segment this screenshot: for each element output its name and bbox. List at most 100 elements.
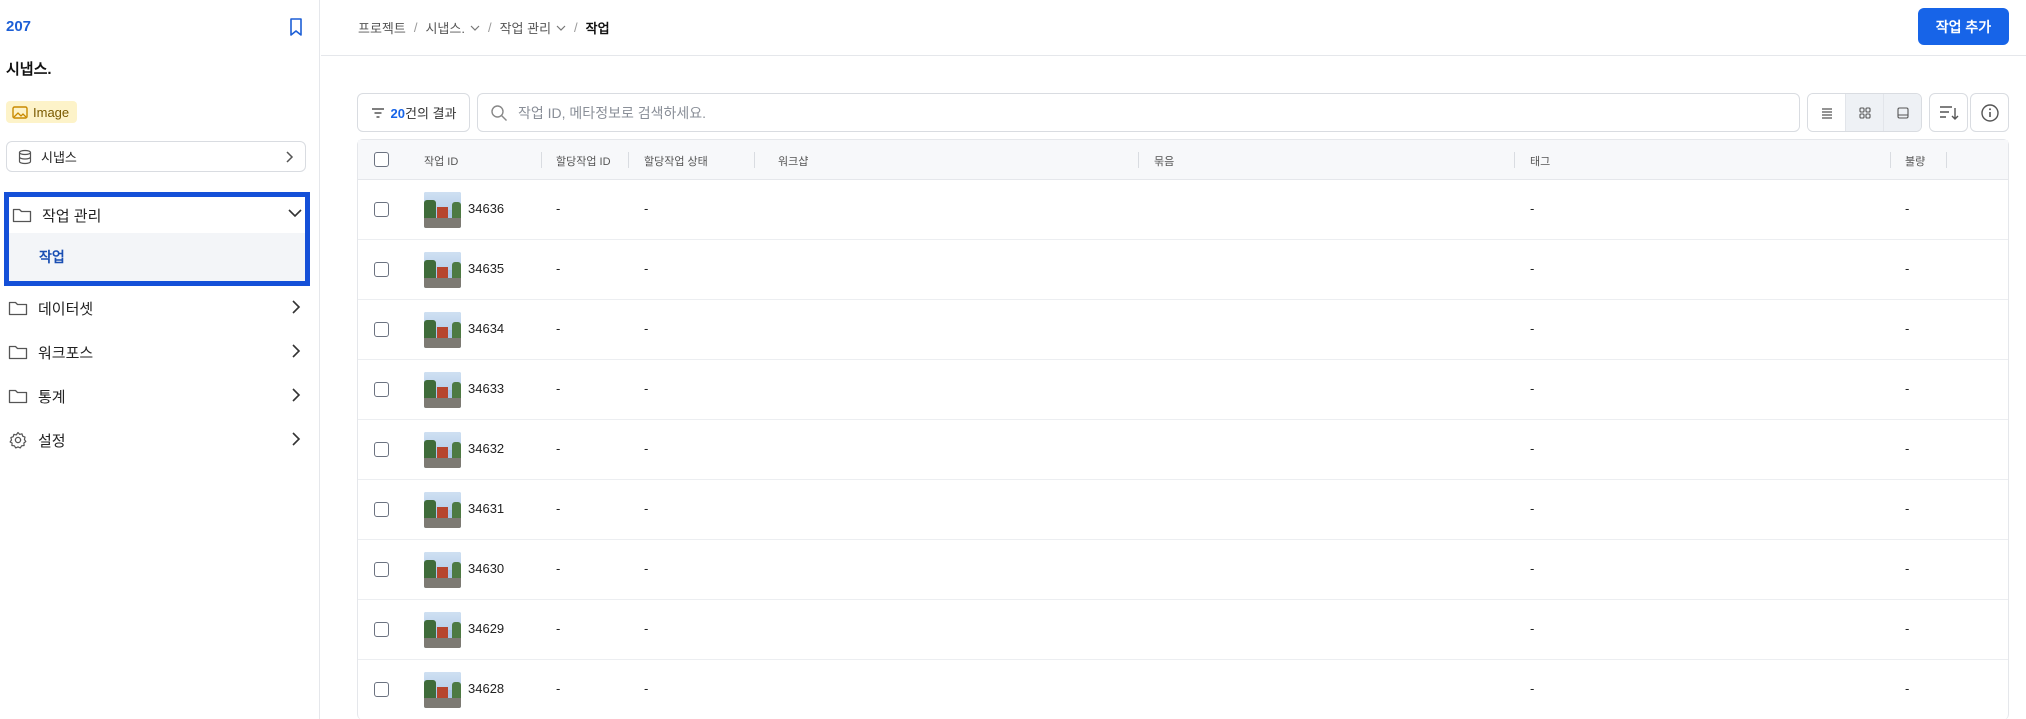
assign-status: - bbox=[644, 441, 649, 456]
assign-status: - bbox=[644, 381, 649, 396]
image-thumbnail[interactable] bbox=[424, 192, 461, 228]
sidebar-item-workforce[interactable]: 워크포스 bbox=[0, 330, 320, 374]
sidebar-item-task-management[interactable]: 작업 관리 bbox=[9, 197, 305, 233]
folder-icon bbox=[8, 389, 28, 404]
folder-icon bbox=[8, 301, 28, 316]
task-id[interactable]: 34629 bbox=[468, 621, 504, 636]
breadcrumb-task-management[interactable]: 작업 관리 bbox=[500, 18, 566, 37]
dataset-label: 시냅스 bbox=[41, 150, 77, 165]
row-checkbox[interactable] bbox=[374, 202, 389, 217]
sidebar-item-task[interactable]: 작업 bbox=[9, 233, 305, 281]
breadcrumb: 프로젝트 / 시냅스. / 작업 관리 / 작업 bbox=[358, 18, 610, 37]
select-all-checkbox[interactable] bbox=[374, 152, 389, 167]
table-row[interactable]: 34628 - - - - bbox=[358, 660, 2008, 719]
search-icon bbox=[491, 104, 507, 121]
sidebar-item-label: 워크포스 bbox=[38, 344, 94, 362]
add-task-button[interactable]: 작업 추가 bbox=[1918, 8, 2009, 45]
image-thumbnail[interactable] bbox=[424, 552, 461, 588]
breadcrumb-project[interactable]: 프로젝트 bbox=[358, 18, 406, 37]
assign-status: - bbox=[644, 261, 649, 276]
image-thumbnail[interactable] bbox=[424, 492, 461, 528]
sidebar-item-stats[interactable]: 통계 bbox=[0, 374, 320, 418]
list-view-button[interactable] bbox=[1808, 94, 1846, 131]
sidebar-item-dataset[interactable]: 데이터셋 bbox=[0, 286, 320, 330]
filter-button[interactable]: 20건의 결과 bbox=[357, 93, 470, 132]
sidebar-item-label: 설정 bbox=[38, 432, 66, 450]
column-header[interactable]: 태그 bbox=[1530, 153, 1550, 169]
info-icon bbox=[1980, 103, 1999, 122]
row-checkbox[interactable] bbox=[374, 682, 389, 697]
table-row[interactable]: 34635 - - - - bbox=[358, 240, 2008, 300]
column-header[interactable]: 할당작업 상태 bbox=[644, 153, 708, 169]
sidebar-item-label: 작업 관리 bbox=[42, 207, 102, 225]
grid-view-button[interactable] bbox=[1846, 94, 1884, 131]
row-checkbox[interactable] bbox=[374, 262, 389, 277]
dataset-selector[interactable]: 시냅스 bbox=[6, 141, 306, 172]
table-row[interactable]: 34632 - - - - bbox=[358, 420, 2008, 480]
result-suffix: 건의 결과 bbox=[405, 106, 457, 121]
assign-status: - bbox=[644, 561, 649, 576]
defect: - bbox=[1905, 621, 1910, 636]
sidebar: 207 시냅스. Image 시냅스 작업 관리 작업 데이터셋 워크포스 통계… bbox=[0, 0, 320, 719]
tag: - bbox=[1530, 561, 1535, 576]
defect: - bbox=[1905, 261, 1910, 276]
row-checkbox[interactable] bbox=[374, 622, 389, 637]
image-thumbnail[interactable] bbox=[424, 252, 461, 288]
task-id[interactable]: 34633 bbox=[468, 381, 504, 396]
task-id[interactable]: 34635 bbox=[468, 261, 504, 276]
task-id[interactable]: 34632 bbox=[468, 441, 504, 456]
bookmark-icon[interactable] bbox=[286, 16, 306, 38]
row-checkbox[interactable] bbox=[374, 562, 389, 577]
table-row[interactable]: 34631 - - - - bbox=[358, 480, 2008, 540]
image-thumbnail[interactable] bbox=[424, 312, 461, 348]
column-header[interactable]: 묶음 bbox=[1154, 153, 1174, 169]
search-input[interactable] bbox=[518, 104, 1718, 121]
chevron-right-icon bbox=[286, 151, 294, 163]
nav-group-task-management: 작업 관리 작업 bbox=[4, 192, 310, 286]
task-id[interactable]: 34630 bbox=[468, 561, 504, 576]
row-checkbox[interactable] bbox=[374, 502, 389, 517]
image-thumbnail[interactable] bbox=[424, 372, 461, 408]
chevron-down-icon bbox=[556, 25, 566, 31]
task-id[interactable]: 34628 bbox=[468, 681, 504, 696]
assign-status: - bbox=[644, 621, 649, 636]
column-header[interactable]: 워크샵 bbox=[778, 153, 808, 169]
breadcrumb-project-name[interactable]: 시냅스. bbox=[425, 18, 480, 37]
info-button[interactable] bbox=[1970, 93, 2009, 132]
table-row[interactable]: 34636 - - - - bbox=[358, 180, 2008, 240]
sidebar-item-label: 작업 bbox=[39, 249, 65, 265]
task-id[interactable]: 34631 bbox=[468, 501, 504, 516]
column-header[interactable]: 할당작업 ID bbox=[556, 153, 611, 169]
table-row[interactable]: 34633 - - - - bbox=[358, 360, 2008, 420]
assign-id: - bbox=[556, 561, 561, 576]
project-name: 시냅스. bbox=[6, 61, 52, 78]
table-row[interactable]: 34629 - - - - bbox=[358, 600, 2008, 660]
task-id[interactable]: 34634 bbox=[468, 321, 504, 336]
database-icon bbox=[18, 149, 32, 164]
image-thumbnail[interactable] bbox=[424, 432, 461, 468]
task-table: 작업 ID 할당작업 ID 할당작업 상태 워크샵 묶음 태그 불량 34636… bbox=[357, 139, 2009, 719]
column-header[interactable]: 작업 ID bbox=[424, 153, 458, 169]
row-checkbox[interactable] bbox=[374, 322, 389, 337]
table-row[interactable]: 34630 - - - - bbox=[358, 540, 2008, 600]
task-id[interactable]: 34636 bbox=[468, 201, 504, 216]
view-toggle bbox=[1807, 93, 1922, 132]
tag: - bbox=[1530, 261, 1535, 276]
panel-view-button[interactable] bbox=[1884, 94, 1921, 131]
chevron-down-icon bbox=[288, 209, 302, 218]
sidebar-item-settings[interactable]: 설정 bbox=[0, 418, 320, 462]
assign-status: - bbox=[644, 501, 649, 516]
column-header[interactable]: 불량 bbox=[1905, 153, 1925, 169]
row-checkbox[interactable] bbox=[374, 382, 389, 397]
table-row[interactable]: 34634 - - - - bbox=[358, 300, 2008, 360]
assign-id: - bbox=[556, 201, 561, 216]
folder-icon bbox=[8, 345, 28, 360]
tag: - bbox=[1530, 201, 1535, 216]
image-thumbnail[interactable] bbox=[424, 612, 461, 648]
row-checkbox[interactable] bbox=[374, 442, 389, 457]
sidebar-header: 207 bbox=[6, 16, 306, 38]
defect: - bbox=[1905, 681, 1910, 696]
image-thumbnail[interactable] bbox=[424, 672, 461, 708]
sort-button[interactable] bbox=[1929, 93, 1968, 132]
tag: - bbox=[1530, 681, 1535, 696]
